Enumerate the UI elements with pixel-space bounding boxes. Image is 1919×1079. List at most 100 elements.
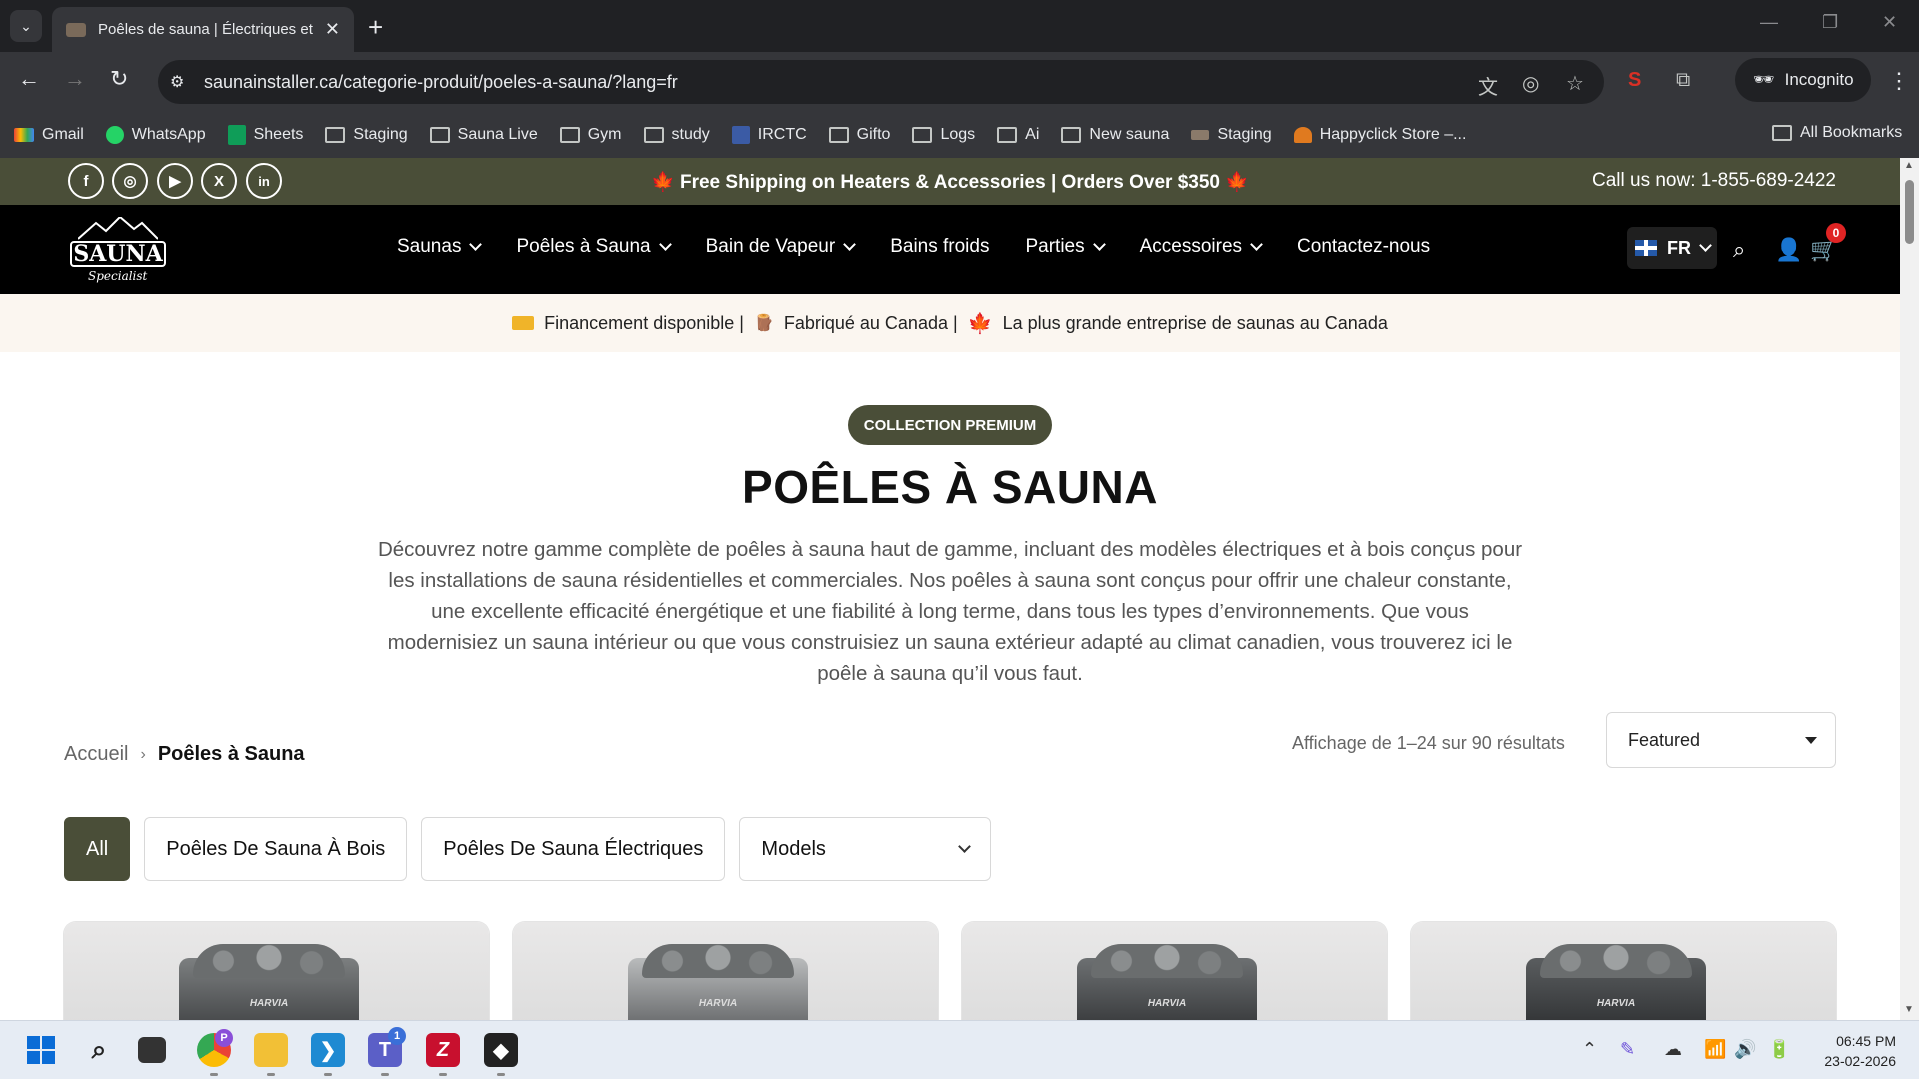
file-explorer-icon[interactable] [254,1033,288,1067]
tab-title: Poêles de sauna | Électriques et [98,21,313,38]
filter-all-button[interactable]: All [64,817,131,881]
bookmark-whatsapp[interactable]: WhatsApp [105,126,206,144]
bookmark-folder-sauna-live[interactable]: Sauna Live [429,126,538,144]
bookmark-label: study [671,126,710,143]
back-icon[interactable]: ← [18,66,40,92]
folder-icon [997,127,1018,143]
product-card[interactable]: HARVIA [513,922,938,1020]
pen-tray-icon[interactable]: ✎ [1620,1039,1635,1060]
sauna-specialist-logo[interactable]: SAUNA Specialist [64,215,170,285]
nav-saunas[interactable]: Saunas [397,236,483,258]
search-icon[interactable]: ⌕ [1733,237,1745,263]
bookmark-label: Ai [1025,126,1040,143]
system-clock[interactable]: 06:45 PM 23-02-2026 [1810,1031,1896,1071]
tab-close-icon[interactable]: ✕ [325,19,340,40]
tab-search-button[interactable]: ⌄ [10,10,42,42]
chevron-down-icon [843,238,857,251]
extensions-icon[interactable]: ⧉ [1676,69,1690,92]
trust-infobar: Financement disponible | 🪵 Fabriqué au C… [0,294,1900,352]
bookmark-folder-gifto[interactable]: Gifto [828,126,890,144]
sort-select[interactable]: Featured [1606,712,1836,768]
account-icon[interactable]: 👤 [1775,237,1802,263]
site-icon [1191,130,1210,140]
nav-bain-de-vapeur[interactable]: Bain de Vapeur [706,236,857,258]
bookmark-folder-ai[interactable]: Ai [997,126,1039,144]
windows-start-icon[interactable] [24,1033,58,1067]
bookmark-folder-gym[interactable]: Gym [559,126,622,144]
canada-tree-icon: 🪵 [753,315,774,332]
product-card[interactable]: HARVIA [962,922,1387,1020]
product-card[interactable]: HARVIA [64,922,489,1020]
filezilla-icon[interactable]: Z [426,1033,460,1067]
taskbar-search-icon[interactable]: ⌕ [82,1033,116,1067]
bookmark-label: Sheets [253,126,304,143]
bookmark-folder-study[interactable]: study [643,126,710,144]
product-card[interactable]: HARVIA [1411,922,1836,1020]
forward-icon[interactable]: → [64,66,86,92]
incognito-indicator[interactable]: 🕶 Incognito [1735,58,1871,102]
restore-icon[interactable]: ❐ [1822,12,1838,33]
bookmark-irctc[interactable]: IRCTC [731,126,807,144]
maple-leaf-icon: 🍁 [651,172,675,193]
running-indicator [439,1073,447,1076]
bookmark-label: Staging [1217,126,1272,143]
bookmark-label: Gmail [42,126,84,143]
nav-accessoires[interactable]: Accessoires [1140,236,1263,258]
bookmark-gmail[interactable]: Gmail [14,126,84,144]
eye-off-icon[interactable]: ◎ [1522,71,1539,96]
filter-electric-heaters-button[interactable]: Poêles De Sauna Électriques [421,817,726,881]
address-bar[interactable]: ⚙ saunainstaller.ca/categorie-produit/po… [158,60,1604,104]
vscode-icon[interactable]: ❯ [311,1033,345,1067]
star-icon[interactable]: ☆ [1566,71,1584,96]
translate-icon[interactable]: 文 [1478,71,1498,100]
task-view-icon[interactable] [138,1037,166,1063]
nav-bains-froids[interactable]: Bains froids [890,236,989,258]
bookmark-staging-site[interactable]: Staging [1191,126,1272,144]
models-select[interactable]: Models [739,817,992,881]
site-info-icon[interactable]: ⚙ [170,72,190,92]
bookmarks-bar: Gmail WhatsApp Sheets Staging Sauna Live… [0,112,1919,158]
scroll-up-icon[interactable]: ▲ [1904,160,1914,171]
chrome-icon[interactable]: P [197,1029,233,1067]
scroll-down-icon[interactable]: ▼ [1904,1004,1914,1015]
seo-extension-icon[interactable]: S [1628,69,1641,92]
call-us-link[interactable]: Call us now: 1-855-689-2422 [1592,170,1836,192]
bookmark-label: Happyclick Store –... [1319,126,1467,143]
browser-tab-active[interactable]: Poêles de sauna | Électriques et ✕ [52,7,354,52]
folder-icon [429,127,450,143]
folder-icon [559,127,580,143]
chevron-down-icon: ⌄ [20,17,32,34]
nav-contactez-nous[interactable]: Contactez-nous [1297,236,1430,258]
close-window-icon[interactable]: ✕ [1882,12,1897,33]
minimize-icon[interactable]: — [1760,12,1778,33]
windows-taskbar: ⌕ P ❯ T 1 Z ◆ ⌃ ✎ ☁ 📶 🔊 🔋 06:45 PM 23-02… [0,1020,1919,1079]
browser-menu-icon[interactable]: ⋮ [1888,68,1910,94]
scrollbar-thumb[interactable] [1905,180,1914,244]
volume-icon[interactable]: 🔊 [1734,1039,1756,1060]
nav-poeles-a-sauna[interactable]: Poêles à Sauna [516,236,672,258]
bookmark-sheets[interactable]: Sheets [227,125,304,145]
page-scrollbar[interactable]: ▲ ▼ [1900,158,1919,1020]
bookmark-folder-new-sauna[interactable]: New sauna [1061,126,1169,144]
bookmark-happyclick[interactable]: Happyclick Store –... [1293,126,1467,144]
sandbox-app-icon[interactable]: ◆ [484,1033,518,1067]
running-indicator [210,1073,218,1076]
maple-leaf-icon: 🍁 [967,312,993,335]
all-bookmarks[interactable]: All Bookmarks [1772,124,1902,142]
new-tab-button[interactable]: + [368,12,383,43]
battery-icon[interactable]: 🔋 [1768,1039,1790,1060]
bookmark-label: WhatsApp [131,126,206,143]
filter-wood-heaters-button[interactable]: Poêles De Sauna À Bois [144,817,408,881]
nav-label: Parties [1025,236,1085,257]
bookmark-folder-staging[interactable]: Staging [325,126,408,144]
show-hidden-icons-icon[interactable]: ⌃ [1582,1039,1597,1060]
breadcrumb-home[interactable]: Accueil [64,743,128,766]
onedrive-icon[interactable]: ☁ [1664,1039,1682,1060]
language-switcher[interactable]: FR [1627,227,1717,269]
reload-icon[interactable]: ↻ [110,66,128,92]
nav-parties[interactable]: Parties [1025,236,1106,258]
bookmark-folder-logs[interactable]: Logs [912,126,975,144]
teams-icon[interactable]: T 1 [368,1027,406,1067]
irctc-icon [731,126,750,144]
wifi-icon[interactable]: 📶 [1704,1039,1726,1060]
